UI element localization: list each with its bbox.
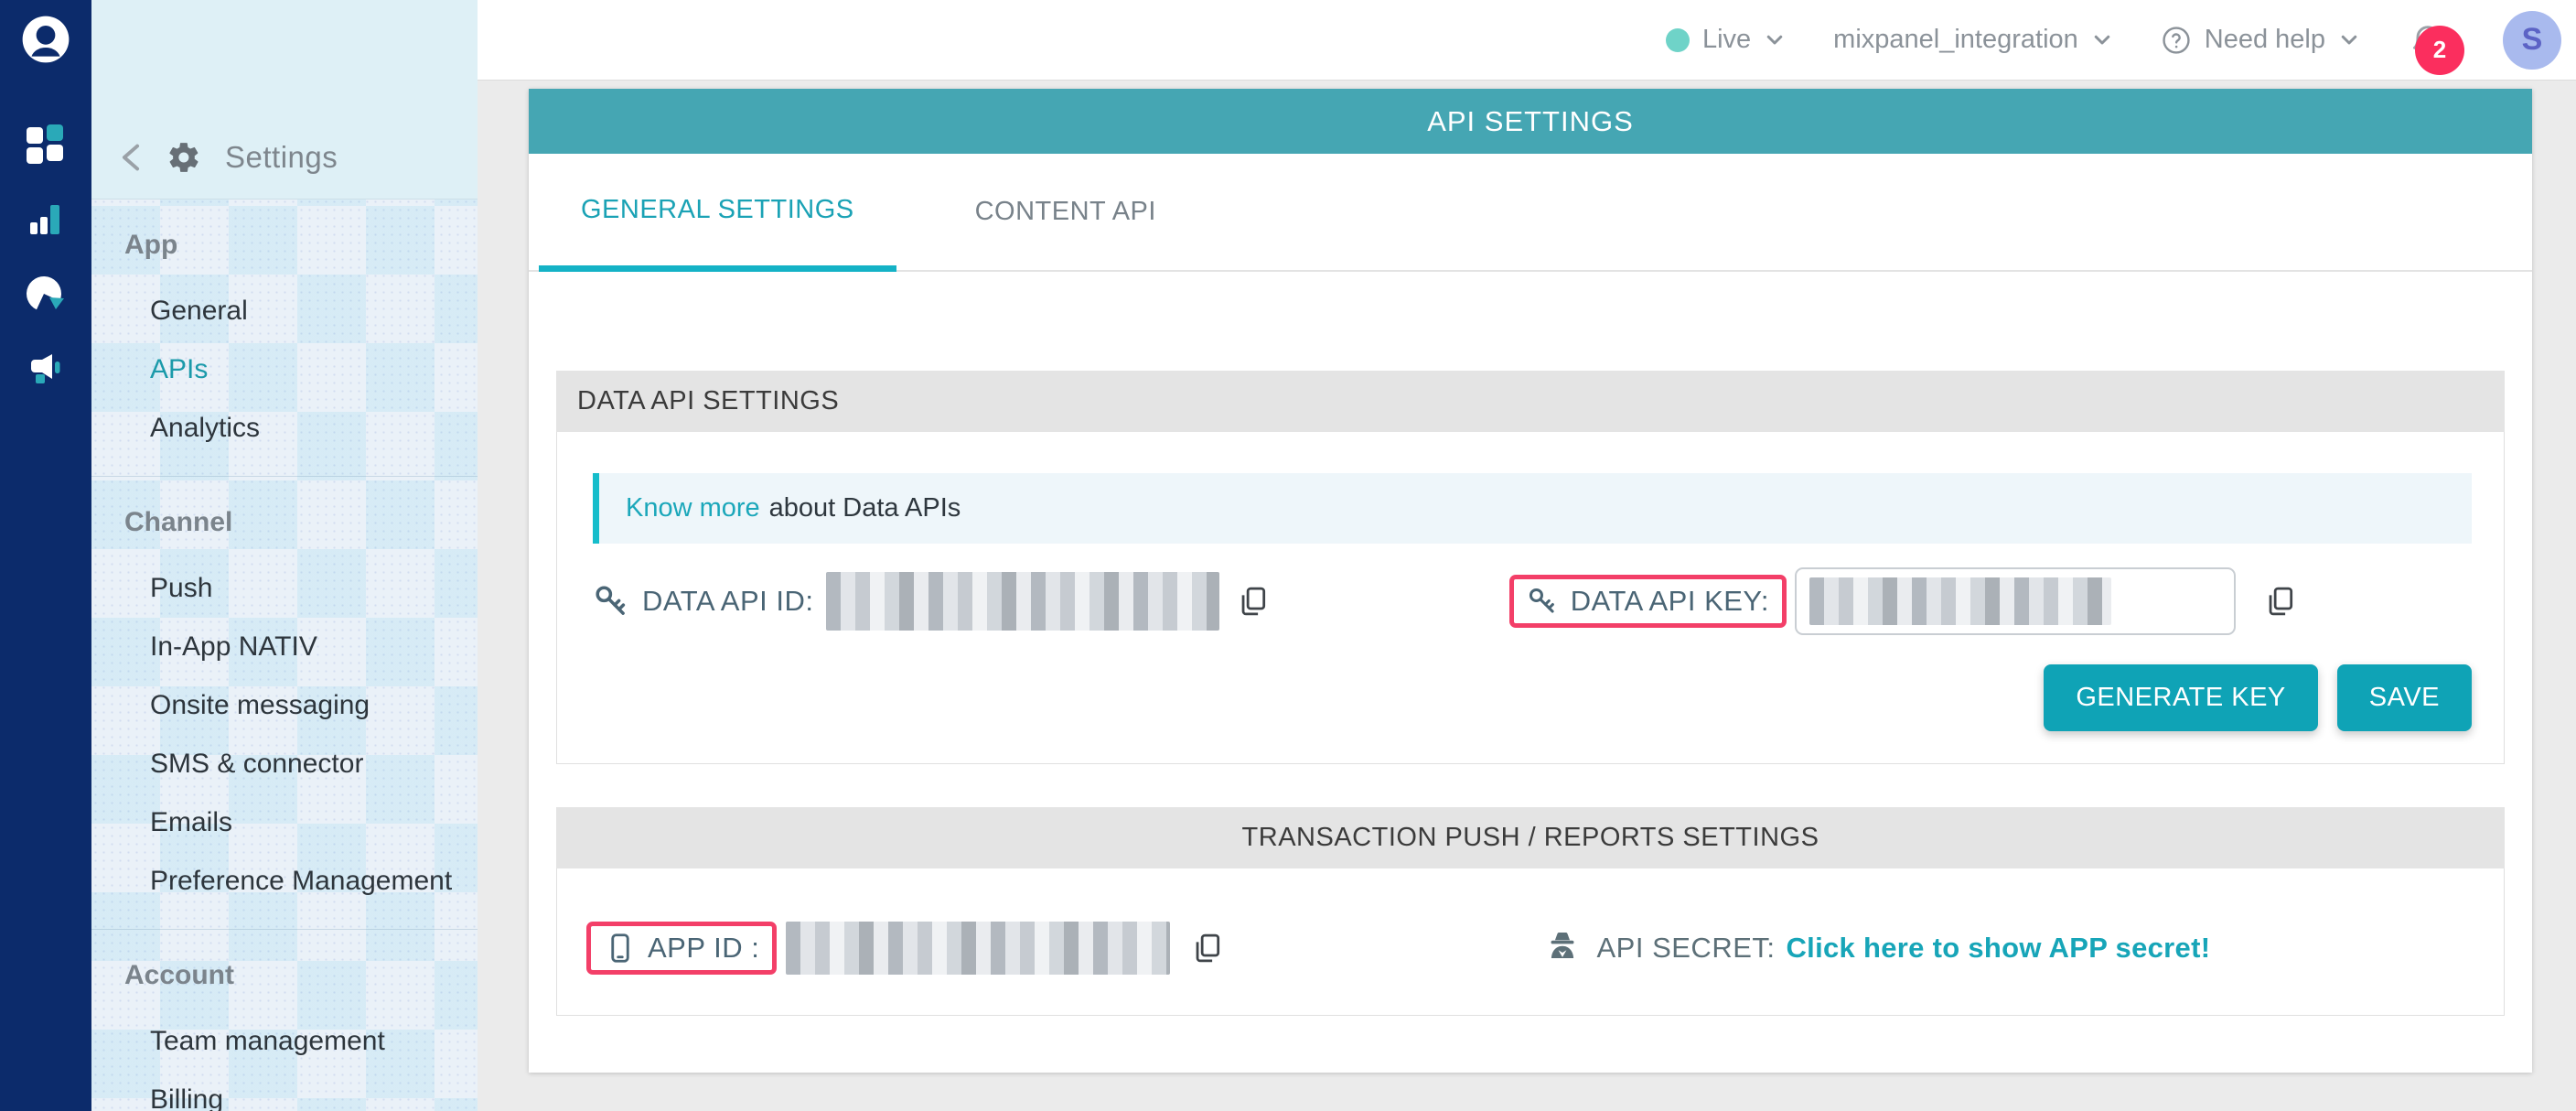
tab-content-api[interactable]: CONTENT API <box>933 154 1198 270</box>
page-title: API SETTINGS <box>529 89 2532 154</box>
key-icon <box>593 583 629 620</box>
need-help-menu[interactable]: Need help <box>2161 25 2360 56</box>
data-api-actions: GENERATE KEY SAVE <box>593 664 2472 731</box>
data-api-id-group: DATA API ID: <box>593 572 1509 631</box>
sidebar-item-emails[interactable]: Emails <box>91 793 478 852</box>
project-selector[interactable]: mixpanel_integration <box>1833 25 2113 55</box>
transaction-row: APP ID : <box>586 922 2472 975</box>
bar-chart-icon[interactable] <box>25 198 67 240</box>
main-area: API SETTINGS GENERAL SETTINGS CONTENT AP… <box>478 81 2576 1111</box>
copy-icon[interactable] <box>2263 584 2298 619</box>
chevron-down-icon <box>1764 29 1786 51</box>
app-id-group: APP ID : <box>586 922 1517 975</box>
data-api-key-value-redacted <box>1809 577 2111 625</box>
data-api-key-input[interactable] <box>1795 567 2236 635</box>
chevron-down-icon <box>2091 29 2113 51</box>
sidebar-item-analytics[interactable]: Analytics <box>91 399 478 458</box>
smartphone-icon <box>604 932 637 965</box>
brand-logo-icon[interactable] <box>19 13 72 66</box>
api-secret-label: API SECRET: <box>1597 932 1776 965</box>
pie-chart-icon[interactable] <box>25 273 67 315</box>
content-column: Live mixpanel_integration Need help <box>478 0 2576 1111</box>
sidebar-item-apis[interactable]: APIs <box>91 340 478 399</box>
sidebar-item-onsite-messaging[interactable]: Onsite messaging <box>91 676 478 735</box>
sidebar-item-push[interactable]: Push <box>91 559 478 618</box>
banner-text: about Data APIs <box>769 493 961 523</box>
generate-key-button[interactable]: GENERATE KEY <box>2044 664 2317 731</box>
environment-label: Live <box>1702 25 1751 55</box>
data-api-id-value-redacted <box>826 572 1219 631</box>
tab-general-settings[interactable]: GENERAL SETTINGS <box>539 154 896 272</box>
sidebar-nav: App General APIs Analytics Channel Push … <box>91 200 478 1111</box>
section-label: Channel <box>91 504 478 541</box>
annotation-box-app-id: APP ID : <box>586 922 777 975</box>
sidebar-section-app: App General APIs Analytics <box>91 200 478 476</box>
sidebar-item-preference-management[interactable]: Preference Management <box>91 852 478 911</box>
project-label: mixpanel_integration <box>1833 25 2078 55</box>
sidebar-item-general[interactable]: General <box>91 282 478 340</box>
api-secret-group: API SECRET: Click here to show APP secre… <box>1517 928 2473 968</box>
key-icon <box>1527 586 1558 617</box>
sidebar-item-team-management[interactable]: Team management <box>91 1012 478 1071</box>
app-id-value-redacted <box>786 922 1170 975</box>
rail-nav <box>25 123 67 390</box>
sidebar-item-billing[interactable]: Billing <box>91 1071 478 1111</box>
notifications-button[interactable]: 2 <box>2408 18 2448 62</box>
save-button[interactable]: SAVE <box>2337 664 2472 731</box>
user-avatar[interactable]: S <box>2503 11 2561 70</box>
data-api-section-title: DATA API SETTINGS <box>556 371 2505 432</box>
question-circle-icon <box>2161 25 2192 56</box>
know-more-banner: Know more about Data APIs <box>593 473 2472 544</box>
copy-icon[interactable] <box>1236 584 1271 619</box>
app-root: Settings App General APIs Analytics Chan… <box>0 0 2576 1111</box>
sidebar-item-sms-connector[interactable]: SMS & connector <box>91 735 478 793</box>
section-label: App <box>91 227 478 264</box>
topbar: Live mixpanel_integration Need help <box>478 0 2576 81</box>
apps-grid-icon[interactable] <box>25 123 67 165</box>
left-rail <box>0 0 91 1111</box>
tab-bar: GENERAL SETTINGS CONTENT API <box>529 154 2532 272</box>
gear-icon <box>166 140 201 175</box>
megaphone-icon[interactable] <box>25 348 67 390</box>
show-app-secret-link[interactable]: Click here to show APP secret! <box>1787 932 2211 965</box>
data-api-key-label: DATA API KEY: <box>1571 585 1769 618</box>
live-status-dot-icon <box>1666 28 1690 52</box>
know-more-link[interactable]: Know more <box>626 493 760 523</box>
sidebar-header: Settings <box>91 0 478 200</box>
app-id-label: APP ID : <box>648 932 759 965</box>
chevron-down-icon <box>2338 29 2360 51</box>
sidebar-section-channel: Channel Push In-App NATIV Onsite messagi… <box>91 476 478 929</box>
need-help-label: Need help <box>2205 25 2325 55</box>
notification-badge: 2 <box>2415 26 2464 75</box>
annotation-box-data-api-key: DATA API KEY: <box>1509 575 1787 628</box>
transaction-section-title: TRANSACTION PUSH / REPORTS SETTINGS <box>556 807 2505 868</box>
sidebar-title: Settings <box>225 140 338 175</box>
back-chevron-icon[interactable] <box>119 143 143 172</box>
data-api-settings-section: DATA API SETTINGS Know more about Data A… <box>556 371 2505 764</box>
data-api-row: DATA API ID: <box>593 567 2472 635</box>
sidebar-section-account: Account Team management Billing <box>91 929 478 1111</box>
data-api-key-group: DATA API KEY: <box>1509 567 2298 635</box>
environment-selector[interactable]: Live <box>1666 25 1786 55</box>
settings-sidebar: Settings App General APIs Analytics Chan… <box>91 0 478 1111</box>
data-api-id-label: DATA API ID: <box>642 585 813 618</box>
sidebar-item-inapp-nativ[interactable]: In-App NATIV <box>91 618 478 676</box>
api-settings-card: API SETTINGS GENERAL SETTINGS CONTENT AP… <box>529 89 2532 1073</box>
section-label: Account <box>91 957 478 994</box>
copy-icon[interactable] <box>1190 931 1225 965</box>
spy-icon <box>1542 928 1583 968</box>
transaction-settings-section: TRANSACTION PUSH / REPORTS SETTINGS APP … <box>556 807 2505 1016</box>
